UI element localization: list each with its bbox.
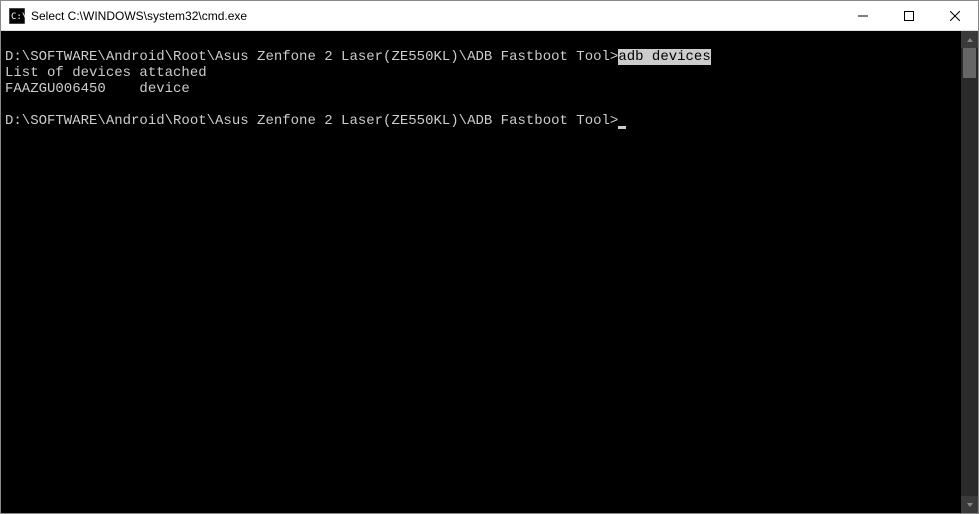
svg-text:C:\: C:\	[11, 12, 25, 22]
terminal-wrapper: D:\SOFTWARE\Android\Root\Asus Zenfone 2 …	[1, 31, 978, 513]
terminal-output[interactable]: D:\SOFTWARE\Android\Root\Asus Zenfone 2 …	[1, 31, 961, 513]
terminal-line: List of devices attached	[5, 65, 957, 81]
terminal-line	[5, 97, 957, 113]
scrollbar-thumb[interactable]	[963, 48, 976, 78]
terminal-line: D:\SOFTWARE\Android\Root\Asus Zenfone 2 …	[5, 33, 957, 65]
cmd-icon: C:\	[9, 8, 25, 24]
terminal-line: D:\SOFTWARE\Android\Root\Asus Zenfone 2 …	[5, 113, 957, 129]
maximize-button[interactable]	[886, 1, 932, 30]
minimize-button[interactable]	[840, 1, 886, 30]
scroll-down-button[interactable]	[961, 496, 978, 513]
cmd-window: C:\ Select C:\WINDOWS\system32\cmd.exe D…	[0, 0, 979, 514]
prompt-text: D:\SOFTWARE\Android\Root\Asus Zenfone 2 …	[5, 113, 618, 129]
titlebar[interactable]: C:\ Select C:\WINDOWS\system32\cmd.exe	[1, 1, 978, 31]
scroll-up-button[interactable]	[961, 31, 978, 48]
selected-command: adb devices	[618, 49, 710, 65]
cursor	[618, 126, 626, 129]
close-button[interactable]	[932, 1, 978, 30]
window-title: Select C:\WINDOWS\system32\cmd.exe	[31, 9, 840, 23]
scrollbar-track[interactable]	[961, 48, 978, 496]
window-controls	[840, 1, 978, 30]
prompt-text: D:\SOFTWARE\Android\Root\Asus Zenfone 2 …	[5, 49, 618, 65]
terminal-line: FAAZGU006450 device	[5, 81, 957, 97]
vertical-scrollbar[interactable]	[961, 31, 978, 513]
